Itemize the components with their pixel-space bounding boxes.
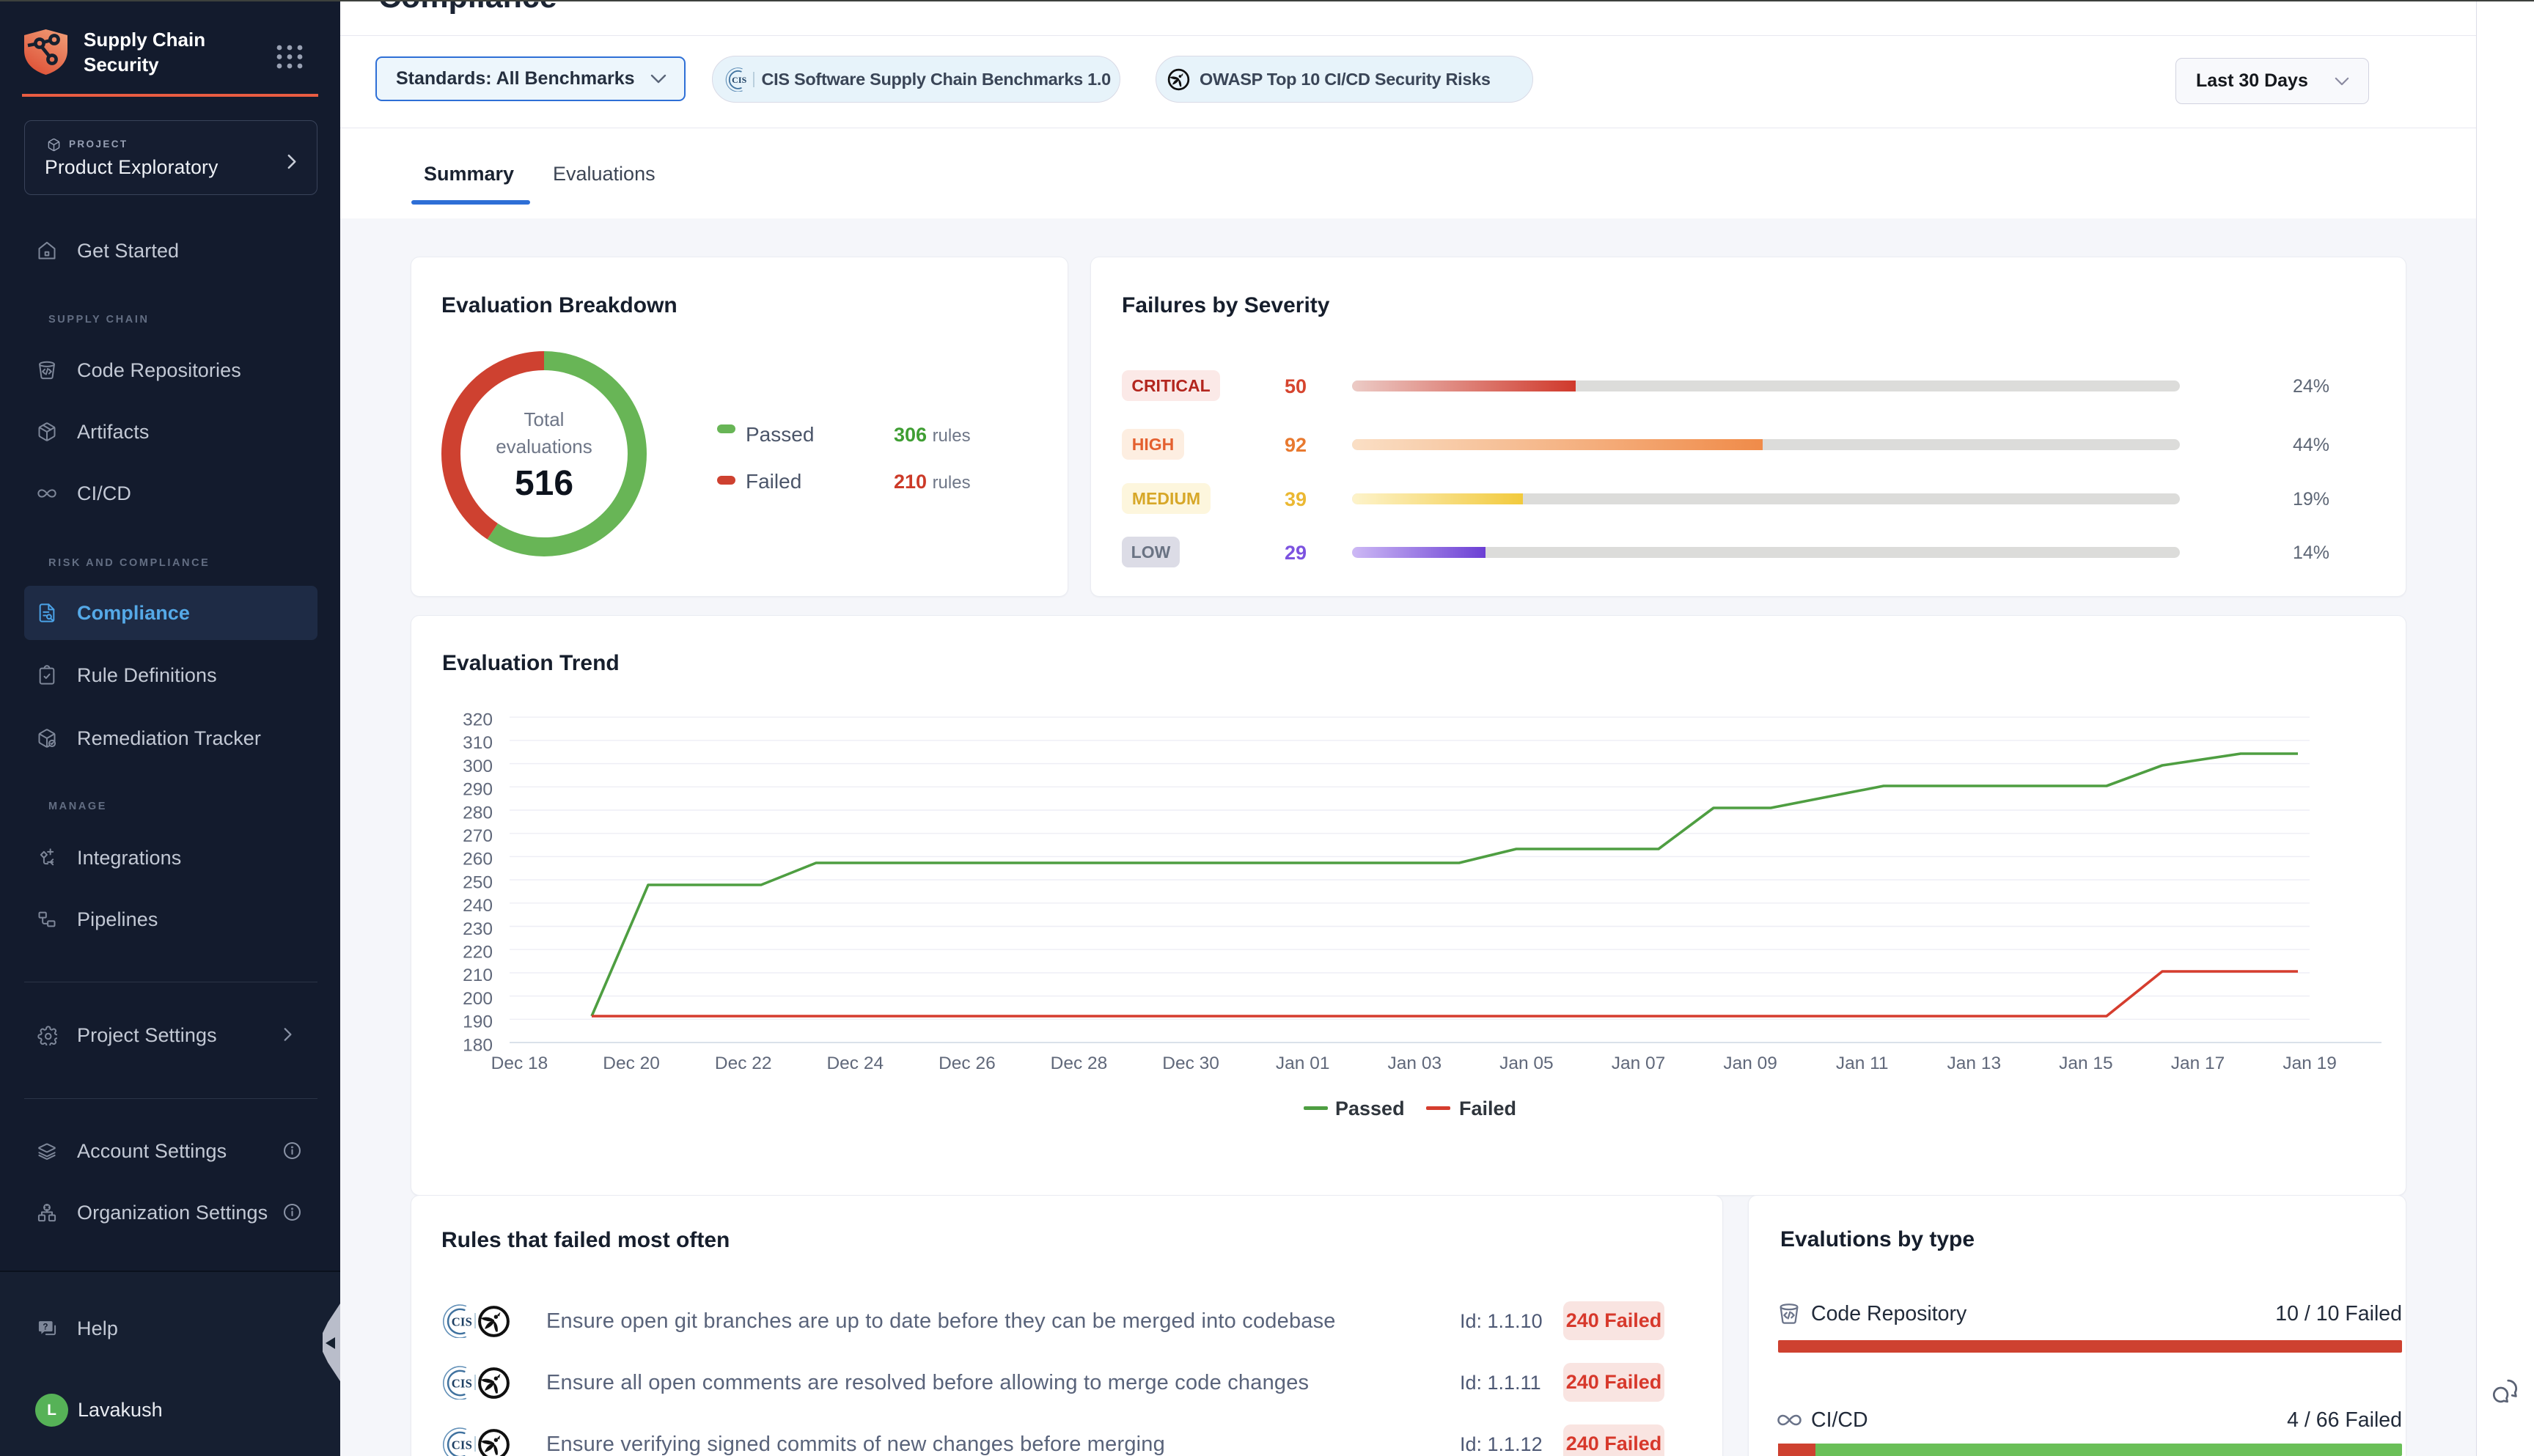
svg-text:Jan 15: Jan 15	[2059, 1054, 2113, 1073]
svg-text:Dec 28: Dec 28	[1051, 1054, 1108, 1073]
svg-text:180: 180	[463, 1035, 493, 1055]
svg-text:320: 320	[463, 710, 493, 730]
svg-text:Dec 26: Dec 26	[939, 1054, 996, 1073]
svg-text:Jan 13: Jan 13	[1947, 1054, 2002, 1073]
svg-text:Jan 03: Jan 03	[1388, 1054, 1442, 1073]
svg-text:230: 230	[463, 919, 493, 939]
svg-text:Jan 05: Jan 05	[1499, 1054, 1554, 1073]
svg-text:Dec 18: Dec 18	[491, 1054, 548, 1073]
svg-text:190: 190	[463, 1012, 493, 1032]
svg-text:260: 260	[463, 850, 493, 869]
svg-text:?: ?	[43, 1322, 48, 1331]
svg-text:Jan 09: Jan 09	[1723, 1054, 1777, 1073]
svg-text:Dec 20: Dec 20	[603, 1054, 660, 1073]
svg-text:290: 290	[463, 780, 493, 800]
svg-text:Dec 22: Dec 22	[715, 1054, 772, 1073]
svg-text:Jan 07: Jan 07	[1612, 1054, 1666, 1073]
svg-text:Dec 24: Dec 24	[826, 1054, 884, 1073]
svg-text:Jan 19: Jan 19	[2283, 1054, 2337, 1073]
svg-text:270: 270	[463, 826, 493, 846]
svg-text:280: 280	[463, 803, 493, 823]
svg-text:200: 200	[463, 989, 493, 1009]
svg-text:240: 240	[463, 896, 493, 916]
svg-text:300: 300	[463, 757, 493, 776]
svg-text:310: 310	[463, 733, 493, 753]
svg-text:250: 250	[463, 872, 493, 892]
svg-text:210: 210	[463, 966, 493, 985]
svg-text:Jan 01: Jan 01	[1276, 1054, 1330, 1073]
svg-text:Dec 30: Dec 30	[1162, 1054, 1219, 1073]
svg-text:Jan 17: Jan 17	[2171, 1054, 2225, 1073]
svg-text:Jan 11: Jan 11	[1836, 1054, 1889, 1073]
svg-text:220: 220	[463, 943, 493, 963]
